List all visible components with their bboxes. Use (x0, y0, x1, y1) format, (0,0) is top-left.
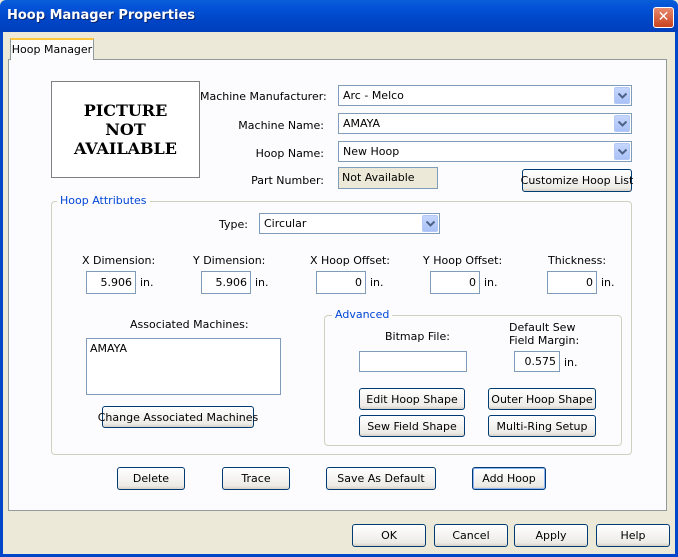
manufacturer-select[interactable]: Arc - Melco (338, 85, 632, 106)
hoop-name-value: New Hoop (343, 145, 400, 158)
thickness-input[interactable]: 0 (547, 271, 597, 294)
y-hoop-offset-unit: in. (484, 276, 498, 289)
y-hoop-offset-label: Y Hoop Offset: (423, 254, 503, 267)
picture-text-1: PICTURE (83, 101, 168, 120)
change-associated-machines-button[interactable]: Change Associated Machines (98, 406, 258, 428)
associated-machines-label: Associated Machines: (130, 318, 249, 331)
picture-text-3: AVAILABLE (74, 139, 177, 158)
y-dimension-unit: in. (255, 276, 269, 289)
help-button[interactable]: Help (596, 524, 670, 547)
part-number-field: Not Available (338, 167, 438, 189)
add-hoop-button[interactable]: Add Hoop (472, 467, 546, 490)
chevron-down-icon[interactable] (614, 87, 630, 104)
thickness-unit: in. (601, 276, 615, 289)
hoop-name-select[interactable]: New Hoop (338, 141, 632, 162)
close-icon: ✕ (657, 9, 670, 25)
y-dimension-input[interactable]: 5.906 (201, 271, 251, 294)
x-hoop-offset-input[interactable]: 0 (316, 271, 366, 294)
type-select[interactable]: Circular (259, 213, 440, 234)
bitmap-file-label: Bitmap File: (385, 330, 450, 343)
outer-hoop-shape-button[interactable]: Outer Hoop Shape (488, 388, 596, 410)
hoop-name-label: Hoop Name: (255, 147, 324, 160)
chevron-down-icon[interactable] (422, 215, 438, 232)
associated-machines-list[interactable]: AMAYA (86, 338, 281, 395)
edit-hoop-shape-button[interactable]: Edit Hoop Shape (359, 388, 465, 410)
y-hoop-offset-input[interactable]: 0 (430, 271, 480, 294)
window-border-left (0, 32, 3, 557)
bitmap-file-input[interactable] (359, 351, 467, 372)
machine-name-value: AMAYA (343, 117, 381, 130)
chevron-down-icon[interactable] (614, 143, 630, 160)
x-dimension-label: X Dimension: (82, 254, 156, 267)
customize-hoop-list-button[interactable]: Customize Hoop List (521, 169, 633, 192)
close-button[interactable]: ✕ (653, 7, 674, 28)
machine-name-label: Machine Name: (238, 119, 324, 132)
x-dimension-input[interactable]: 5.906 (86, 271, 136, 294)
x-dimension-unit: in. (140, 276, 154, 289)
advanced-title: Advanced (332, 308, 393, 321)
y-dimension-label: Y Dimension: (193, 254, 266, 267)
trace-button[interactable]: Trace (222, 467, 290, 490)
multi-ring-setup-button[interactable]: Multi-Ring Setup (488, 415, 596, 437)
window-title: Hoop Manager Properties (7, 8, 195, 23)
chevron-down-icon[interactable] (614, 115, 630, 132)
list-item[interactable]: AMAYA (90, 342, 277, 355)
delete-button[interactable]: Delete (117, 467, 185, 490)
apply-button[interactable]: Apply (514, 524, 588, 547)
hoop-attributes-title: Hoop Attributes (57, 194, 150, 207)
x-hoop-offset-label: X Hoop Offset: (310, 254, 390, 267)
hoop-picture: PICTURE NOT AVAILABLE (51, 81, 200, 178)
sew-field-shape-button[interactable]: Sew Field Shape (359, 415, 465, 437)
save-as-default-button[interactable]: Save As Default (326, 467, 436, 490)
sew-margin-label-1: Default Sew (509, 321, 576, 334)
part-number-label: Part Number: (251, 174, 324, 187)
type-value: Circular (264, 217, 307, 230)
cancel-button[interactable]: Cancel (434, 524, 508, 547)
manufacturer-label: Machine Manufacturer: (200, 90, 327, 103)
sew-margin-label-2: Field Margin: (509, 334, 580, 347)
machine-name-select[interactable]: AMAYA (338, 113, 632, 134)
thickness-label: Thickness: (548, 254, 607, 267)
manufacturer-value: Arc - Melco (343, 89, 404, 102)
picture-text-2: NOT (105, 120, 146, 139)
x-hoop-offset-unit: in. (370, 276, 384, 289)
tab-hoop-manager[interactable]: Hoop Manager (10, 38, 94, 60)
ok-button[interactable]: OK (352, 524, 426, 547)
sew-margin-input[interactable]: 0.575 (514, 351, 560, 372)
type-label: Type: (219, 218, 248, 231)
sew-margin-unit: in. (564, 356, 578, 369)
